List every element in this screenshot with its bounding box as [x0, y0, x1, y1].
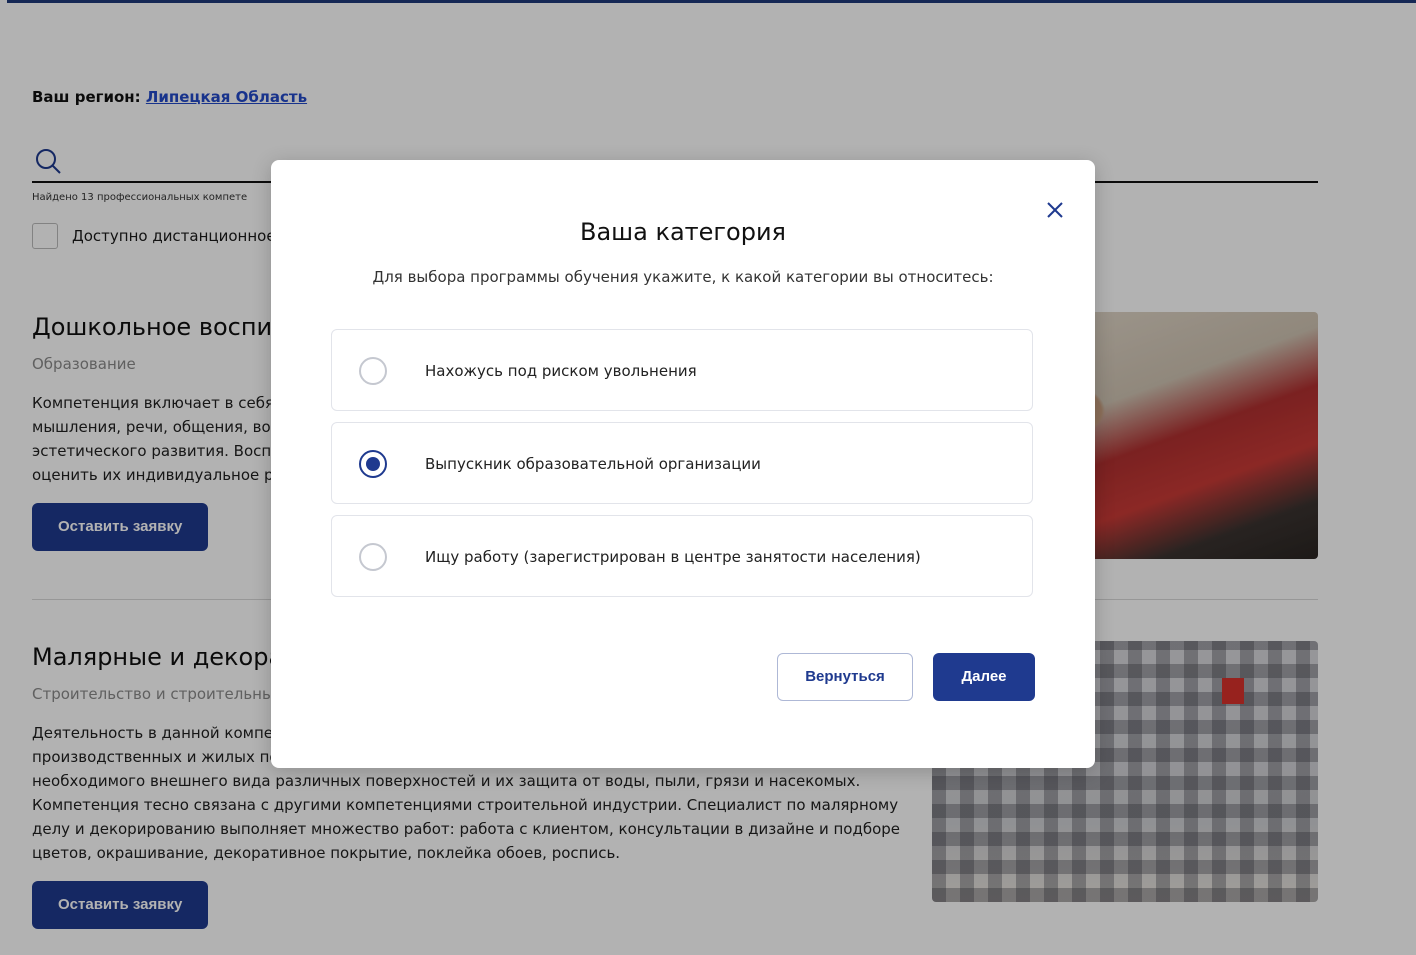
radio-button[interactable] — [359, 543, 387, 571]
radio-button[interactable] — [359, 357, 387, 385]
modal-subtitle: Для выбора программы обучения укажите, к… — [372, 268, 994, 286]
modal-title: Ваша категория — [580, 218, 786, 246]
radio-button-selected[interactable] — [359, 450, 387, 478]
option-label: Ищу работу (зарегистрирован в центре зан… — [425, 548, 921, 566]
option-label: Выпускник образовательной организации — [425, 455, 761, 473]
option-risk-dismissal[interactable]: Нахожусь под риском увольнения — [331, 329, 1033, 411]
option-graduate[interactable]: Выпускник образовательной организации — [331, 422, 1033, 504]
next-button[interactable]: Далее — [933, 653, 1035, 701]
option-label: Нахожусь под риском увольнения — [425, 362, 697, 380]
category-modal: Ваша категория Для выбора программы обуч… — [271, 160, 1095, 768]
option-job-seeker[interactable]: Ищу работу (зарегистрирован в центре зан… — [331, 515, 1033, 597]
back-button[interactable]: Вернуться — [777, 653, 913, 701]
